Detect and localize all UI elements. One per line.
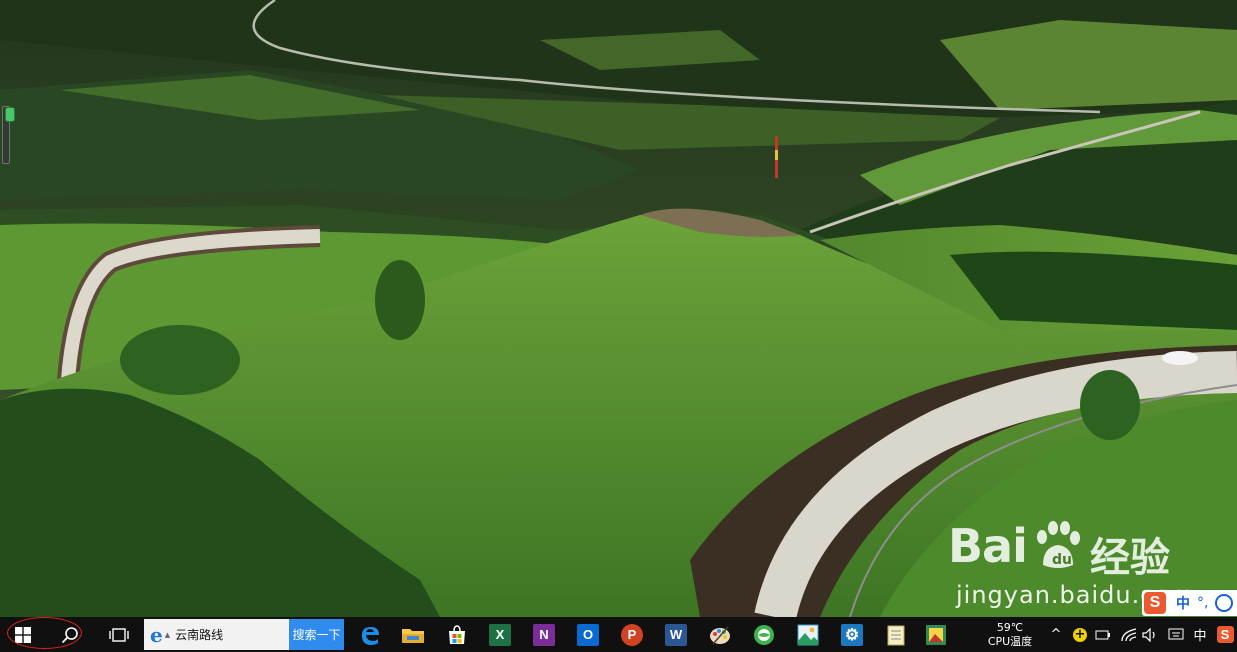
search-button[interactable]	[46, 617, 94, 652]
outlook-app[interactable]: O	[568, 617, 608, 652]
speaker-icon	[1142, 627, 1155, 642]
cpu-temp-label: CPU温度	[987, 634, 1033, 648]
browser-search-box[interactable]: e ▲ 云南路线	[144, 619, 289, 650]
dropdown-arrow-icon[interactable]: ▲	[165, 631, 170, 639]
sogou-ime-bar[interactable]: S 中 °,	[1142, 590, 1237, 616]
paw-icon: du	[1037, 521, 1080, 568]
gear-icon: ⚙	[841, 623, 863, 646]
plus-icon: +	[1073, 626, 1087, 642]
watermark-cn-text: 经验	[1090, 535, 1170, 581]
360-browser-icon	[754, 624, 774, 645]
show-hidden-icons-button[interactable]: ^	[1046, 617, 1066, 652]
word-app[interactable]: W	[656, 617, 696, 652]
search-icon	[61, 626, 78, 643]
network-tray-button[interactable]	[1119, 617, 1139, 652]
360-browser-app[interactable]	[744, 617, 784, 652]
file-explorer-app[interactable]	[393, 617, 433, 652]
ime-emoji-icon[interactable]	[1215, 594, 1234, 612]
cpu-temperature-widget[interactable]: 59℃ CPU温度	[978, 617, 1042, 652]
windows-logo-icon	[15, 626, 31, 643]
paint-app[interactable]	[700, 617, 740, 652]
chevron-up-icon: ^	[1050, 627, 1062, 642]
keyboard-icon	[1168, 628, 1184, 639]
photo-viewer-icon	[926, 624, 946, 645]
search-box-text[interactable]: 云南路线	[175, 626, 223, 643]
photos-app[interactable]	[788, 617, 828, 652]
photo-viewer-app[interactable]	[916, 617, 956, 652]
word-icon: W	[665, 623, 687, 646]
settings-app[interactable]: ⚙	[832, 617, 872, 652]
notepad-icon	[887, 625, 905, 645]
svg-text:du: du	[1052, 552, 1072, 568]
notification-tray-button[interactable]	[1165, 617, 1187, 652]
ime-language-indicator[interactable]: 中	[1189, 617, 1211, 652]
outlook-icon: O	[577, 623, 599, 646]
sogou-tray-icon: S	[1216, 626, 1234, 643]
ie-icon: e	[150, 622, 163, 647]
onenote-icon: N	[533, 623, 555, 646]
search-go-button[interactable]: 搜索一下	[289, 619, 344, 650]
battery-tray-button[interactable]	[1093, 617, 1113, 652]
powerpoint-icon: P	[621, 623, 643, 646]
excel-app[interactable]: X	[480, 617, 520, 652]
photos-icon	[797, 624, 819, 645]
folder-icon	[402, 628, 424, 643]
store-app[interactable]	[437, 617, 477, 652]
notepad-app[interactable]	[876, 617, 916, 652]
volume-tray-button[interactable]	[1140, 617, 1160, 652]
sogou-tray-button[interactable]: S	[1214, 617, 1236, 652]
cpu-temp-value: 59℃	[996, 620, 1024, 634]
store-icon	[449, 624, 465, 644]
paint-palette-icon	[710, 626, 730, 644]
battery-icon	[1095, 630, 1110, 639]
desktop-gadget-bar[interactable]	[2, 106, 15, 164]
wifi-icon	[1121, 627, 1137, 641]
ime-punctuation-toggle[interactable]: °,	[1197, 595, 1208, 611]
powerpoint-app[interactable]: P	[612, 617, 652, 652]
task-view-button[interactable]	[96, 617, 142, 652]
edge-app[interactable]	[350, 617, 390, 652]
gadget-indicator	[5, 107, 15, 122]
onenote-app[interactable]: N	[524, 617, 564, 652]
start-button[interactable]	[0, 617, 46, 652]
task-view-icon	[109, 627, 129, 642]
sogou-logo-icon[interactable]: S	[1144, 592, 1166, 614]
excel-icon: X	[489, 623, 511, 646]
ime-language-toggle[interactable]: 中	[1176, 593, 1190, 613]
watermark-logo-text: Bai	[948, 519, 1028, 573]
edge-icon	[361, 626, 379, 645]
tray-plus-button[interactable]: +	[1070, 617, 1090, 652]
